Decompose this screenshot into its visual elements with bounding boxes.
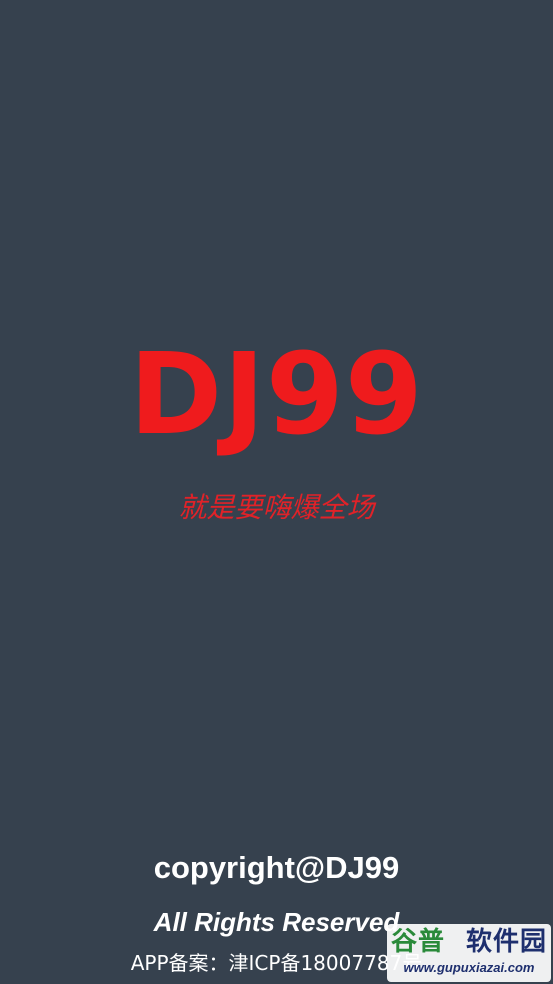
watermark-part1: 谷普 xyxy=(391,927,446,957)
copyright-text: copyright@DJ99 xyxy=(153,850,400,885)
watermark-logo: 谷普 软件园 xyxy=(391,926,547,958)
splash-screen: DJ99 就是要嗨爆全场 copyright@DJ99 All Rights R… xyxy=(0,0,553,984)
watermark-part2: 软件园 xyxy=(465,927,547,957)
site-watermark: 谷普 软件园 www.gupuxiazai.com xyxy=(387,924,551,982)
slogan: 就是要嗨爆全场 xyxy=(178,491,375,524)
app-title: DJ99 xyxy=(129,330,424,460)
watermark-url: www.gupuxiazai.com xyxy=(403,960,535,975)
